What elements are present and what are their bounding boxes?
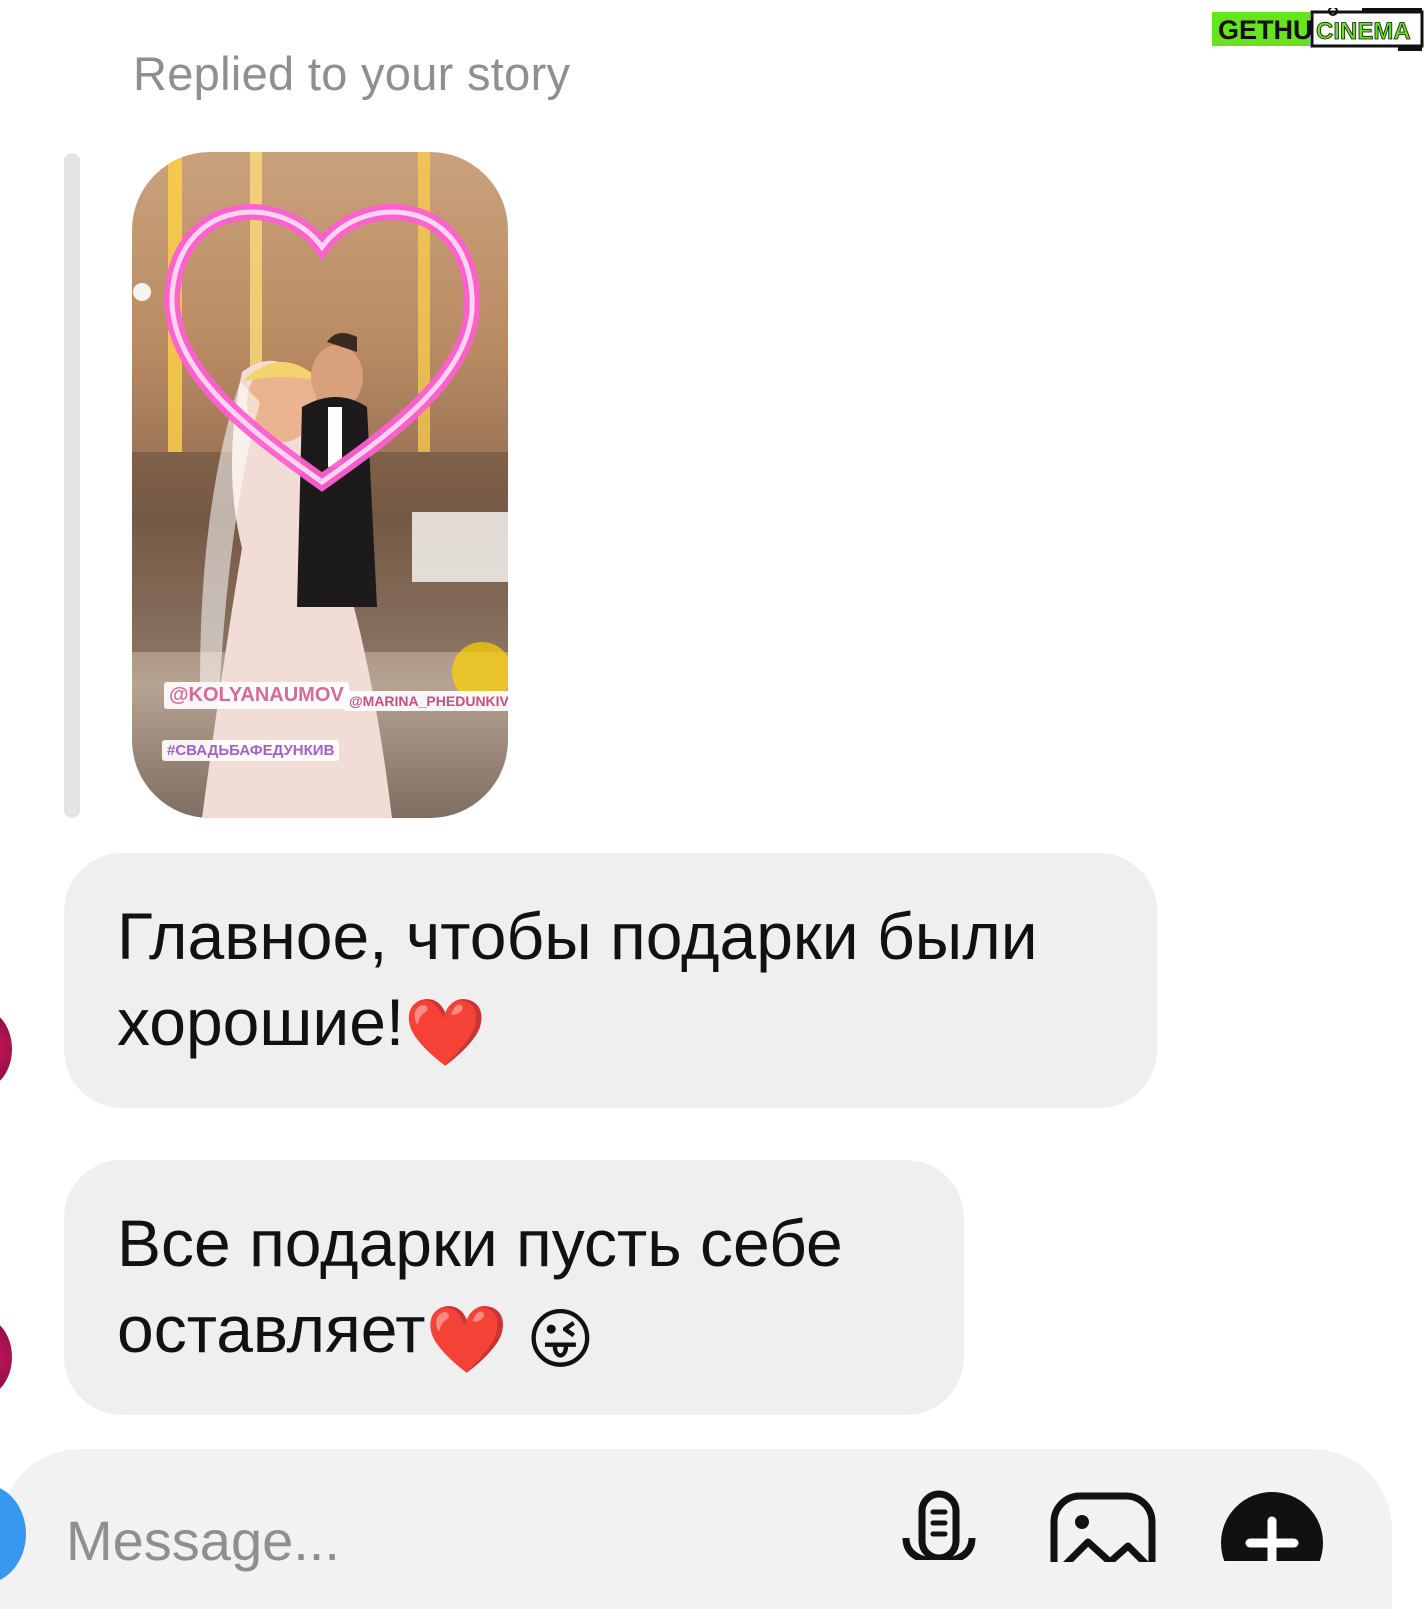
red-heart-emoji: ❤️ bbox=[404, 995, 487, 1069]
svg-text:GETHU: GETHU bbox=[1218, 15, 1313, 45]
svg-text:CINEMA: CINEMA bbox=[1316, 18, 1411, 45]
microphone-icon[interactable] bbox=[900, 1490, 980, 1566]
story-thumbnail[interactable]: @KOLYANAUMOV @MARINA_PHEDUNKIV #СВАДЬБАФ… bbox=[132, 152, 508, 818]
message-input[interactable]: Message... bbox=[66, 1508, 340, 1573]
message-bubble[interactable]: Главное, чтобы подарки были хорошие!❤️ bbox=[64, 853, 1157, 1108]
watermark-logo: GETHU CINEMA bbox=[1212, 6, 1424, 52]
story-hashtag-tag: #СВАДЬБАФЕДУНКИВ bbox=[162, 740, 340, 761]
sender-avatar[interactable] bbox=[0, 1318, 12, 1396]
story-mention-tag: @MARINA_PHEDUNKIV bbox=[344, 691, 508, 711]
replied-to-story-label: Replied to your story bbox=[133, 47, 571, 100]
story-mention-tag: @KOLYANAUMOV bbox=[164, 682, 349, 709]
gallery-icon[interactable] bbox=[1050, 1492, 1156, 1596]
red-heart-emoji: ❤️ bbox=[425, 1302, 508, 1376]
message-text: Главное, чтобы подарки были хорошие! bbox=[117, 899, 1038, 1059]
story-image bbox=[132, 152, 508, 818]
add-plus-icon[interactable] bbox=[1220, 1491, 1326, 1594]
sender-avatar[interactable] bbox=[0, 1010, 12, 1088]
reply-quote-bar bbox=[64, 153, 80, 818]
message-bubble[interactable]: Все подарки пусть себе оставляет❤️ 😜 bbox=[64, 1160, 964, 1415]
winking-tongue-emoji: 😜 bbox=[525, 1302, 595, 1376]
